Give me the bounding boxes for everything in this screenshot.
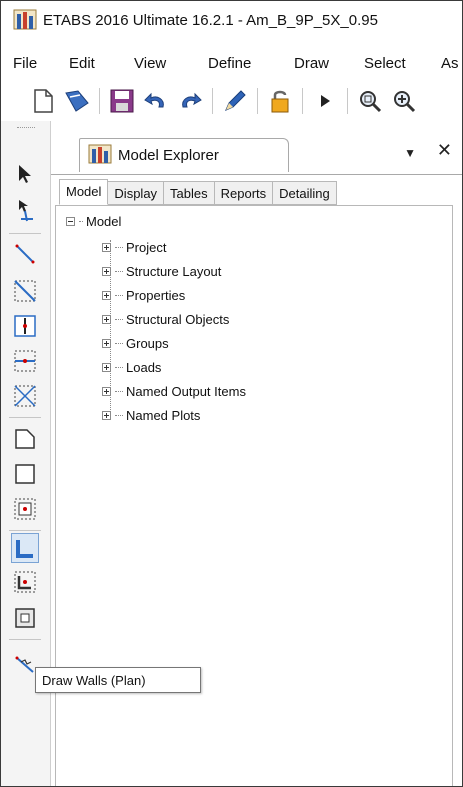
toolbar-separator <box>99 88 100 114</box>
title-bar: ETABS 2016 Ultimate 16.2.1 - Am_B_9P_5X_… <box>1 1 462 39</box>
tree-dots <box>115 271 123 272</box>
zoom-window-icon[interactable] <box>356 86 384 116</box>
main-toolbar <box>1 81 462 121</box>
zoom-in-icon[interactable] <box>390 86 418 116</box>
window-title: ETABS 2016 Ultimate 16.2.1 - Am_B_9P_5X_… <box>43 11 378 29</box>
menu-assign[interactable]: As <box>441 53 459 74</box>
draw-rectangle-area-icon[interactable] <box>11 459 39 489</box>
tree-dots <box>115 295 123 296</box>
tree-item-named-output-items[interactable]: Named Output Items <box>102 384 246 399</box>
tree-dots <box>115 247 123 248</box>
menu-view[interactable]: View <box>134 53 166 74</box>
edit-pencil-icon[interactable] <box>221 86 249 116</box>
reshape-object-icon[interactable] <box>11 195 39 225</box>
new-file-icon[interactable] <box>29 86 57 116</box>
tree-dots <box>115 391 123 392</box>
tree-dots <box>115 319 123 320</box>
model-explorer-icon <box>88 144 112 167</box>
menu-define[interactable]: Define <box>208 53 251 74</box>
draw-beam-icon[interactable] <box>11 346 39 376</box>
close-icon[interactable]: ✕ <box>437 140 452 161</box>
draw-x-brace-icon[interactable] <box>11 381 39 411</box>
toolbar-separator <box>9 639 41 640</box>
quick-draw-walls-icon[interactable] <box>11 567 39 597</box>
tree-dots <box>115 415 123 416</box>
tab-tables[interactable]: Tables <box>164 181 215 205</box>
draw-column-icon[interactable] <box>11 311 39 341</box>
toolbar-separator <box>347 88 348 114</box>
tree-item-label: Groups <box>126 336 169 351</box>
toolbar-separator <box>302 88 303 114</box>
draw-walls-icon[interactable] <box>11 533 39 563</box>
expand-icon[interactable] <box>102 339 111 348</box>
toolbar-separator <box>9 417 41 418</box>
chevron-down-icon[interactable]: ▼ <box>404 146 416 160</box>
run-analysis-icon[interactable] <box>311 86 339 116</box>
collapse-icon[interactable] <box>66 217 75 226</box>
tab-model[interactable]: Model <box>59 179 109 205</box>
quick-draw-area-icon[interactable] <box>11 494 39 524</box>
tree-item-groups[interactable]: Groups <box>102 336 169 351</box>
tree-dots <box>115 343 123 344</box>
expand-icon[interactable] <box>102 387 111 396</box>
draw-wall-opening-icon[interactable] <box>11 603 39 633</box>
menu-draw[interactable]: Draw <box>294 53 329 74</box>
app-logo-icon <box>13 8 37 33</box>
model-explorer-header: Model Explorer ▼ ✕ <box>51 134 462 174</box>
toolbar-grip[interactable] <box>17 127 35 130</box>
tree-item-label: Named Plots <box>126 408 201 423</box>
expand-icon[interactable] <box>102 363 111 372</box>
tree-item-properties[interactable]: Properties <box>102 288 185 303</box>
toolbar-separator <box>212 88 213 114</box>
explorer-tabs: Model Display Tables Reports Detailing <box>59 179 337 205</box>
menu-file[interactable]: File <box>13 53 37 74</box>
save-icon[interactable] <box>108 86 136 116</box>
toolbar-separator <box>9 233 41 234</box>
model-tree: Model Project Structure Layout Propertie… <box>55 205 453 786</box>
etabs-window: ETABS 2016 Ultimate 16.2.1 - Am_B_9P_5X_… <box>0 0 463 787</box>
tree-item-structure-layout[interactable]: Structure Layout <box>102 264 221 279</box>
draw-brace-icon[interactable] <box>11 276 39 306</box>
expand-icon[interactable] <box>102 267 111 276</box>
model-explorer-title: Model Explorer <box>118 147 219 164</box>
menu-bar: File Edit View Define Draw Select As <box>1 49 462 77</box>
tree-item-label: Structure Layout <box>126 264 222 279</box>
tab-reports[interactable]: Reports <box>214 181 274 205</box>
tree-root-label: Model <box>86 214 122 229</box>
tree-item-label: Structural Objects <box>126 312 230 327</box>
model-explorer-panel: Model Display Tables Reports Detailing M… <box>51 174 462 786</box>
draw-line-icon[interactable] <box>11 239 39 269</box>
tree-item-named-plots[interactable]: Named Plots <box>102 408 200 423</box>
toolbar-separator <box>9 530 41 531</box>
expand-icon[interactable] <box>102 291 111 300</box>
draw-polygon-area-icon[interactable] <box>11 424 39 454</box>
tree-item-label: Properties <box>126 288 186 303</box>
expand-icon[interactable] <box>102 243 111 252</box>
tree-dots <box>79 221 83 222</box>
undo-icon[interactable] <box>142 86 170 116</box>
menu-select[interactable]: Select <box>364 53 406 74</box>
tree-item-structural-objects[interactable]: Structural Objects <box>102 312 229 327</box>
tree-item-project[interactable]: Project <box>102 240 166 255</box>
select-pointer-icon[interactable] <box>11 159 39 189</box>
tree-dots <box>115 367 123 368</box>
tree-item-label: Project <box>126 240 167 255</box>
open-file-icon[interactable] <box>63 86 91 116</box>
toolbar-separator <box>257 88 258 114</box>
tab-display[interactable]: Display <box>108 181 165 205</box>
redo-icon[interactable] <box>176 86 204 116</box>
tree-item-loads[interactable]: Loads <box>102 360 161 375</box>
menu-edit[interactable]: Edit <box>69 53 95 74</box>
tree-item-label: Loads <box>126 360 162 375</box>
tooltip: Draw Walls (Plan) <box>35 667 201 693</box>
expand-icon[interactable] <box>102 315 111 324</box>
expand-icon[interactable] <box>102 411 111 420</box>
lock-icon[interactable] <box>266 86 294 116</box>
tree-item-label: Named Output Items <box>126 384 246 399</box>
tab-detailing[interactable]: Detailing <box>273 181 337 205</box>
tree-root[interactable]: Model <box>66 214 121 229</box>
tab-model-explorer[interactable]: Model Explorer <box>79 138 289 172</box>
